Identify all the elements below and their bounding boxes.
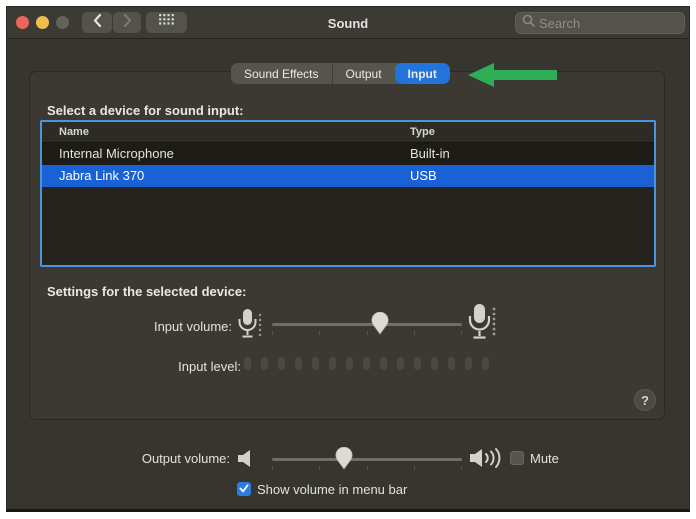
show-volume-checkbox[interactable]	[237, 482, 251, 496]
table-header-row: Name Type	[42, 122, 654, 143]
forward-button[interactable]	[113, 12, 141, 33]
title-bar: Sound	[7, 7, 689, 39]
input-level-label: Input level:	[67, 359, 241, 374]
table-row-jabra-link-370[interactable]: Jabra Link 370 USB	[42, 165, 654, 187]
tab-bar: Sound Effects Output Input	[231, 63, 450, 84]
chevron-right-icon	[122, 13, 133, 33]
settings-label: Settings for the selected device:	[47, 284, 246, 299]
speaker-low-icon	[237, 449, 255, 473]
column-header-name[interactable]: Name	[59, 126, 89, 138]
device-type: Built-in	[410, 143, 450, 165]
output-volume-label: Output volume:	[25, 451, 230, 466]
output-volume-slider[interactable]	[272, 444, 462, 476]
show-all-button[interactable]	[146, 12, 187, 33]
close-window-icon[interactable]	[16, 16, 29, 29]
grid-icon	[159, 14, 174, 32]
chevron-left-icon	[92, 13, 103, 33]
tab-output[interactable]: Output	[332, 63, 395, 84]
back-button[interactable]	[82, 12, 112, 33]
show-volume-label: Show volume in menu bar	[257, 482, 407, 497]
question-mark-icon: ?	[641, 393, 649, 408]
slider-ticks	[272, 466, 462, 470]
tab-sound-effects[interactable]: Sound Effects	[231, 63, 332, 84]
input-volume-label: Input volume:	[27, 319, 232, 334]
device-name: Internal Microphone	[59, 143, 174, 165]
mute-checkbox[interactable]	[510, 451, 524, 465]
input-volume-slider[interactable]	[272, 309, 462, 341]
slider-track[interactable]	[272, 323, 462, 326]
device-type: USB	[410, 165, 437, 187]
slider-track[interactable]	[272, 458, 462, 461]
green-arrow-annotation	[467, 62, 559, 94]
microphone-high-icon	[466, 303, 498, 348]
select-device-label: Select a device for sound input:	[47, 103, 243, 118]
speaker-high-icon	[469, 447, 507, 474]
zoom-window-icon[interactable]	[56, 16, 69, 29]
search-input[interactable]	[539, 16, 669, 31]
device-table: Name Type Internal Microphone Built-in J…	[40, 120, 656, 267]
minimize-window-icon[interactable]	[36, 16, 49, 29]
search-field[interactable]	[515, 12, 685, 34]
help-button[interactable]: ?	[634, 389, 656, 411]
checkmark-icon	[239, 480, 249, 498]
input-volume-slider-thumb[interactable]	[371, 312, 389, 340]
mute-label: Mute	[530, 451, 559, 466]
search-icon	[522, 14, 535, 32]
table-row-internal-microphone[interactable]: Internal Microphone Built-in	[42, 143, 654, 165]
slider-ticks	[272, 331, 462, 335]
tab-input[interactable]: Input	[395, 63, 450, 84]
column-header-type[interactable]: Type	[410, 126, 435, 138]
window-controls	[16, 16, 69, 29]
device-name: Jabra Link 370	[59, 165, 144, 187]
sound-preferences-window: Sound Sound Effects Output Input Select …	[6, 6, 690, 512]
input-level-meter	[244, 357, 489, 370]
microphone-low-icon	[236, 308, 264, 347]
output-volume-slider-thumb[interactable]	[335, 447, 353, 475]
